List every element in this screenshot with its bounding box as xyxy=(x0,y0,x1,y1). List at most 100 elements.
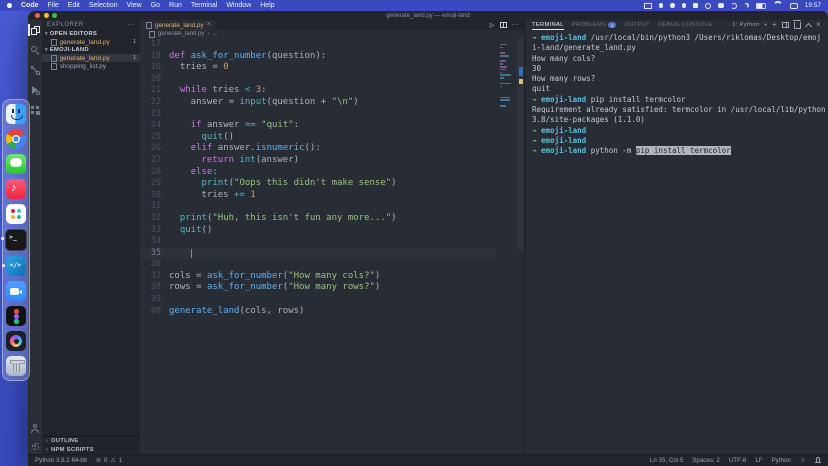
minimap[interactable] xyxy=(500,41,516,108)
code-line[interactable]: 28 else: xyxy=(140,167,496,179)
circle-2-icon[interactable] xyxy=(670,3,675,8)
wifi-icon[interactable] xyxy=(773,1,783,10)
code-line[interactable]: 18def ask_for_number(question): xyxy=(140,51,496,63)
tab-generate-land[interactable]: generate_land.py × xyxy=(140,20,218,30)
tab-close-icon[interactable]: × xyxy=(207,22,211,28)
panel-tab-terminal[interactable]: TERMINAL xyxy=(532,20,564,30)
control-center-icon[interactable] xyxy=(790,3,798,9)
dock-item-vscode[interactable] xyxy=(6,256,26,276)
status-ln-35-col-5[interactable]: Ln 35, Col 5 xyxy=(650,457,683,464)
status-utf-8[interactable]: UTF-8 xyxy=(729,457,747,464)
menu-window[interactable]: Window xyxy=(226,0,251,11)
menubar-clock[interactable]: 19:57 xyxy=(805,2,821,9)
music-app-icon[interactable] xyxy=(6,179,26,199)
file-item-generate_land.py[interactable]: generate_land.py1 xyxy=(42,38,140,46)
menu-code[interactable]: Code xyxy=(21,0,39,11)
dock-item-trash[interactable] xyxy=(6,356,26,376)
dock-item-slack[interactable] xyxy=(6,204,26,224)
code-editor[interactable]: 1718def ask_for_number(question):19 trie… xyxy=(140,38,524,454)
panel-tab-debug-console[interactable]: DEBUG CONSOLE xyxy=(658,20,712,30)
code-line[interactable]: 35 xyxy=(140,248,496,260)
code-line[interactable]: 37cols = ask_for_number("How many cols?"… xyxy=(140,271,496,283)
minimize-window-button[interactable] xyxy=(44,13,49,18)
search-button[interactable] xyxy=(28,45,42,55)
dock-item-finder[interactable] xyxy=(6,104,26,124)
moon-icon[interactable] xyxy=(744,3,749,8)
editor-more-actions-icon[interactable]: ··· xyxy=(512,22,520,28)
search-icon[interactable] xyxy=(705,3,711,9)
code-line[interactable]: 22 answer = input(question + "\n") xyxy=(140,97,496,109)
code-line[interactable]: 19 tries = 0 xyxy=(140,62,496,74)
file-item-generate_land.py[interactable]: generate_land.py1 xyxy=(42,54,140,62)
code-line[interactable]: 39 xyxy=(140,294,496,306)
feedback-smiley-icon[interactable]: ☺ xyxy=(800,458,806,464)
dock-item-chrome[interactable] xyxy=(6,129,26,149)
figma-app-icon[interactable] xyxy=(6,306,26,326)
app-badge-icon[interactable] xyxy=(693,3,698,8)
chrome-app-icon[interactable] xyxy=(6,129,26,149)
settings-button[interactable] xyxy=(28,441,42,451)
circle-1-icon[interactable] xyxy=(659,3,664,8)
panel-tab-output[interactable]: OUTPUT xyxy=(624,20,650,30)
media-app-icon[interactable] xyxy=(6,331,26,351)
status-lf[interactable]: LF xyxy=(755,457,762,464)
dock-item-zoom[interactable] xyxy=(6,281,26,301)
apple-menu-icon[interactable] xyxy=(7,3,12,8)
folder-section[interactable]: ▾ EMOJI-LAND xyxy=(42,46,140,54)
section-npm-scripts[interactable]: ›NPM SCRIPTS xyxy=(42,445,140,454)
menu-help[interactable]: Help xyxy=(260,0,274,11)
python-version-status[interactable]: Python 3.8.2 64-bit xyxy=(35,457,87,464)
circle-3-icon[interactable] xyxy=(682,3,687,8)
menu-selection[interactable]: Selection xyxy=(89,0,118,11)
vscode-app-icon[interactable] xyxy=(6,256,26,276)
breadcrumb-item[interactable]: … xyxy=(212,31,218,37)
battery-icon[interactable] xyxy=(756,3,766,9)
extensions-button[interactable] xyxy=(28,105,42,115)
display-icon[interactable] xyxy=(644,3,652,9)
code-line[interactable]: 25 quit() xyxy=(140,132,496,144)
code-line[interactable]: 40generate_land(cols, rows) xyxy=(140,306,496,318)
maximize-panel-icon[interactable] xyxy=(805,22,812,29)
chat-icon[interactable] xyxy=(718,3,724,8)
split-terminal-icon[interactable] xyxy=(782,22,789,28)
code-line[interactable]: 32 print("Huh, this isn't fun any more..… xyxy=(140,213,496,225)
dock-item-figma[interactable] xyxy=(6,306,26,326)
slack-app-icon[interactable] xyxy=(6,204,26,224)
run-debug-button[interactable] xyxy=(28,85,42,95)
menu-view[interactable]: View xyxy=(127,0,142,11)
dock-item-music[interactable] xyxy=(6,179,26,199)
menu-edit[interactable]: Edit xyxy=(68,0,80,11)
dock-item-terminal[interactable] xyxy=(5,229,27,251)
new-terminal-icon[interactable]: + xyxy=(772,22,777,28)
explorer-more-icon[interactable]: ··· xyxy=(128,22,136,28)
zoom-window-button[interactable] xyxy=(52,13,57,18)
messages-app-icon[interactable] xyxy=(6,154,26,174)
menu-file[interactable]: File xyxy=(48,0,59,11)
dock-item-messages[interactable] xyxy=(6,154,26,174)
code-line[interactable]: 36 xyxy=(140,259,496,271)
code-line[interactable]: 34 xyxy=(140,236,496,248)
notifications-bell-icon[interactable] xyxy=(815,457,821,464)
terminal-output[interactable]: → emoji-land /usr/local/bin/python3 /Use… xyxy=(525,30,828,454)
finder-app-icon[interactable] xyxy=(6,104,26,124)
code-line[interactable]: 21 while tries < 3: xyxy=(140,85,496,97)
code-line[interactable]: 27 return int(answer) xyxy=(140,155,496,167)
sync-icon[interactable] xyxy=(731,3,737,9)
shell-selector[interactable]: 1: Python xyxy=(732,22,759,28)
section-outline[interactable]: ›OUTLINE xyxy=(42,436,140,445)
window-titlebar[interactable]: generate_land.py — emoji-land xyxy=(28,11,828,20)
account-button[interactable] xyxy=(28,423,42,433)
dock-item-media[interactable] xyxy=(6,331,26,351)
menu-run[interactable]: Run xyxy=(169,0,182,11)
file-item-shopping_list.py[interactable]: shopping_list.py xyxy=(42,62,140,70)
menu-go[interactable]: Go xyxy=(151,0,160,11)
zoom-app-icon[interactable] xyxy=(6,281,26,301)
open-editors-section[interactable]: ▾ OPEN EDITORS xyxy=(42,30,140,38)
breadcrumb-item[interactable]: generate_land.py xyxy=(158,31,204,37)
terminal-app-icon[interactable] xyxy=(5,229,27,251)
chevron-down-icon[interactable]: ▾ xyxy=(764,22,767,28)
trash-app-icon[interactable] xyxy=(6,356,26,376)
code-line[interactable]: 29 print("Oops this didn't make sense") xyxy=(140,178,496,190)
status-python[interactable]: Python xyxy=(772,457,791,464)
status-spaces-2[interactable]: Spaces: 2 xyxy=(692,457,720,464)
